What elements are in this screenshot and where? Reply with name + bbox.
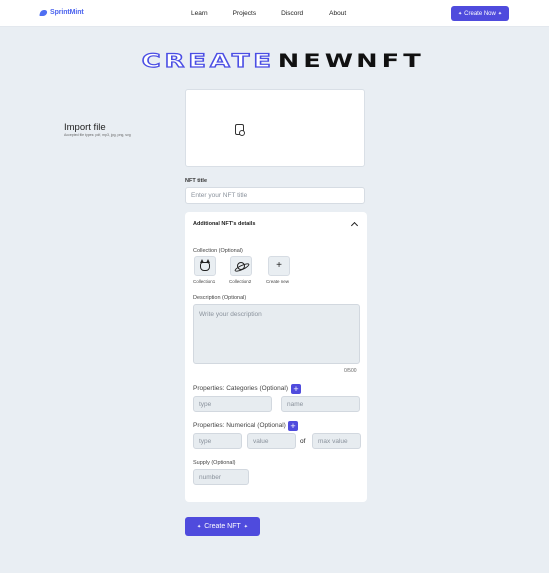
file-upload-dropzone[interactable] (185, 89, 365, 167)
details-title: Additional NFT's details (193, 221, 256, 227)
nav-links: Learn Projects Discord About (191, 10, 346, 17)
file-icon (235, 124, 245, 136)
collection2-label: Collection2 (229, 279, 252, 284)
category-name-input[interactable]: name (281, 396, 360, 412)
collection-label: Collection (Optional) (193, 248, 243, 254)
numerical-label: Properties: Numerical (Optional) (193, 422, 286, 429)
create-nft-label: Create NFT (204, 523, 241, 530)
cat-icon (200, 258, 210, 271)
nft-title-input[interactable]: Enter your NFT title (185, 187, 365, 204)
categories-label: Properties: Categories (Optional) (193, 385, 289, 392)
create-now-button[interactable]: ✦ Create Now ✦ (451, 6, 509, 21)
planet-icon (237, 262, 245, 270)
add-numerical-button[interactable]: + (288, 421, 298, 431)
page-title: CREATE NEW NFT (141, 50, 425, 72)
collection1-label: Collection1 (193, 279, 216, 284)
nav-link-discord[interactable]: Discord (281, 10, 303, 17)
collection2-button[interactable] (230, 256, 252, 276)
add-category-button[interactable]: + (291, 384, 301, 394)
sparkle-icon: ✦ (457, 10, 463, 17)
logo-icon (39, 9, 48, 16)
supply-label: Supply (Optional) (193, 460, 236, 466)
description-label: Description (Optional) (193, 295, 247, 301)
collection1-button[interactable] (194, 256, 216, 276)
description-textarea[interactable]: Write your description (193, 304, 360, 364)
title-word-create: CREATE (141, 50, 276, 72)
sparkle-icon: ✦ (497, 10, 503, 17)
sparkle-icon: ✦ (243, 523, 248, 530)
nav-link-projects[interactable]: Projects (233, 10, 256, 17)
brand-logo[interactable]: SprintMint (39, 9, 84, 16)
create-new-label: Create new (266, 279, 290, 284)
numerical-value-input[interactable]: value (247, 433, 296, 449)
category-type-input[interactable]: type (193, 396, 272, 412)
description-char-counter: 0/500 (344, 368, 357, 374)
numerical-max-input[interactable]: max value (312, 433, 361, 449)
nav-link-about[interactable]: About (329, 10, 346, 17)
top-navbar: SprintMint Learn Projects Discord About … (0, 0, 549, 27)
brand-name: SprintMint (50, 9, 84, 16)
create-collection-button[interactable]: + (268, 256, 290, 276)
create-now-label: Create Now (464, 10, 496, 17)
upload-title: Import file (64, 122, 106, 133)
create-nft-button[interactable]: ✦ Create NFT ✦ (185, 517, 260, 536)
supply-input[interactable]: number (193, 469, 249, 485)
nft-title-label: NFT title (185, 178, 207, 184)
upload-hint: Accepted file types: pdf, mp3, jpg, png,… (64, 133, 131, 137)
sparkle-icon: ✦ (197, 523, 202, 530)
title-word-new: NEW (277, 50, 358, 72)
title-word-nft: NFT (355, 50, 425, 72)
numerical-type-input[interactable]: type (193, 433, 242, 449)
nav-link-learn[interactable]: Learn (191, 10, 208, 17)
plus-icon: + (276, 260, 282, 271)
of-text: of (300, 438, 306, 445)
